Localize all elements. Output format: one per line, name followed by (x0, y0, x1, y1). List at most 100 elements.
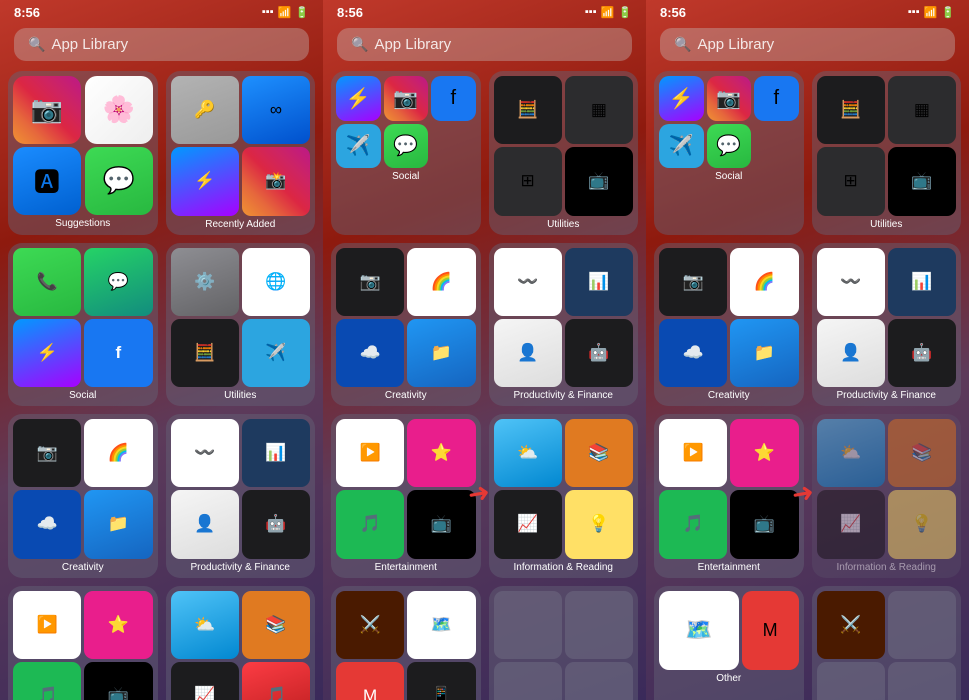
folder-hidden-3[interactable]: ⚔️ Hidden (812, 586, 962, 700)
keychain-icon: 🔑 (171, 76, 239, 144)
utilities-label-3: Utilities (870, 219, 902, 230)
folder-suggestions[interactable]: 📷 🌸 🅰 💬 Suggestions (8, 71, 158, 235)
other-top-row-3: 🗺️ M (659, 591, 799, 671)
productivity-icons-2: 〰️ 📊 👤 🤖 (494, 248, 634, 388)
folders-grid-3: ⚡ 📷 f ✈️ 💬 Social 🧮 ▦ ⊞ 📺 (646, 71, 969, 700)
appletv3-icon-p3: 📺 (730, 490, 798, 558)
search-bar-3[interactable]: 🔍 App Library (660, 28, 955, 61)
camera-icon-p2: 📷 (336, 248, 404, 316)
folder-recently-added[interactable]: 🔑 ∞ ⚡ 📸 Recently Added (166, 71, 316, 235)
suggestions-icons-2: 🅰 💬 (13, 147, 153, 215)
weather-icon-1: ⛅ (171, 591, 239, 659)
appletv2-icon-p2: 📺 (407, 490, 475, 558)
time-3: 8:56 (660, 5, 686, 20)
folder-social-1[interactable]: 📞 💬 ⚡ f Social (8, 243, 158, 407)
entertainment-icons-2: ▶️ ⭐ 🎵 📺 (336, 419, 476, 559)
social-top-row-3: ⚡ 📷 f (659, 76, 799, 121)
finance-icon-p2: 📊 (565, 248, 633, 316)
messenger-icon-p3: ⚡ (659, 76, 704, 121)
folders-grid-2: ⚡ 📷 f ✈️ 💬 Social 🧮 ▦ ⊞ 📺 (323, 71, 646, 700)
phone-icon: 📞 (13, 248, 81, 316)
hidden3-icon (494, 662, 562, 700)
creativity-label-1: Creativity (62, 562, 104, 573)
creativity-label-2: Creativity (385, 390, 427, 401)
stocks-icon-1: 📈 (171, 662, 239, 700)
spotify-icon-1: 🎵 (13, 662, 81, 700)
folder-information-2[interactable]: ⛅ 📚 📈 💡 Information & Reading (489, 414, 639, 578)
app-grid-1: 📷 🌸 🅰 💬 Suggestions 🔑 ∞ ⚡ 📸 Recently Add… (0, 71, 323, 700)
creativity-label-3: Creativity (708, 390, 750, 401)
googlephotos-icon-p2: 🌈 (407, 248, 475, 316)
utility3-icon-3: ⊞ (817, 147, 885, 215)
calculator-icon-p2: 🧮 (494, 76, 562, 144)
folder-hidden-2[interactable]: Hidden (489, 586, 639, 700)
social-label-3: Social (715, 171, 742, 182)
status-icons-1: ▪▪▪ 📶 🔋 (262, 6, 309, 19)
status-bar-1: 8:56 ▪▪▪ 📶 🔋 (0, 0, 323, 22)
folder-entertainment-3[interactable]: ▶️ ⭐ 🎵 📺 Entertainment (654, 414, 804, 578)
folder-productivity-2[interactable]: 〰️ 📊 👤 🤖 Productivity & Finance (489, 243, 639, 407)
folder-productivity-3[interactable]: 〰️ 📊 👤 🤖 Productivity & Finance (812, 243, 962, 407)
folder-reading-1[interactable]: ⛅ 📚 📈 🎵 (166, 586, 316, 700)
productivity-label-1: Productivity & Finance (191, 562, 291, 573)
facebook-icon-p3: f (754, 76, 799, 121)
youtube-icon-p3: ▶️ (659, 419, 727, 487)
clash-icon-p3-hidden: ⚔️ (817, 591, 885, 659)
instagram-icon: 📷 (13, 76, 81, 144)
status-icons-2: ▪▪▪ 📶 🔋 (585, 6, 632, 19)
folder-creativity-2[interactable]: 📷 🌈 ☁️ 📁 Creativity (331, 243, 481, 407)
hidden1-icon (494, 591, 562, 659)
folder-utilities-1[interactable]: ⚙️ 🌐 🧮 ✈️ Utilities (166, 243, 316, 407)
folder-social-2[interactable]: ⚡ 📷 f ✈️ 💬 Social (331, 71, 481, 235)
utilities-icons-1: ⚙️ 🌐 🧮 ✈️ (171, 248, 311, 388)
weather-icon-p2: ⛅ (494, 419, 562, 487)
folder-other-2[interactable]: ⚔️ 🗺️ M 📱 Other (331, 586, 481, 700)
folder-entertainment-2[interactable]: ▶️ ⭐ 🎵 📺 Entertainment (331, 414, 481, 578)
freeform2-icon: 〰️ (171, 419, 239, 487)
folder-productivity-1[interactable]: 〰️ 📊 👤 🤖 Productivity & Finance (166, 414, 316, 578)
social-empty-3 (754, 124, 799, 169)
hidden2-icon (565, 591, 633, 659)
files-icon: 📁 (84, 490, 152, 558)
messenger-icon-p2: ⚡ (336, 76, 381, 121)
folder-entertainment-1[interactable]: ▶️ ⭐ 🎵 📺 Entertainment (8, 586, 158, 700)
search-bar-2[interactable]: 🔍 App Library (337, 28, 632, 61)
calculator-icon-p3: 🧮 (817, 76, 885, 144)
battery-icon-3: 🔋 (941, 6, 955, 19)
phone-panel-2: 8:56 ▪▪▪ 📶 🔋 🔍 App Library ⚡ 📷 f ✈️ (323, 0, 646, 700)
folder-utilities-3[interactable]: 🧮 ▦ ⊞ 📺 Utilities (812, 71, 962, 235)
productivity-label-2: Productivity & Finance (514, 390, 614, 401)
youtube-icon-p2: ▶️ (336, 419, 404, 487)
settings-icon: ⚙️ (171, 248, 239, 316)
excel-icon: 📊 (242, 419, 310, 487)
utility2-icon: ▦ (565, 76, 633, 144)
chatgpt-icon-p2: 🤖 (565, 319, 633, 387)
social-label-1: Social (69, 390, 96, 401)
folder-other-3[interactable]: 🗺️ M Other (654, 586, 804, 700)
folder-social-3[interactable]: ⚡ 📷 f ✈️ 💬 Social (654, 71, 804, 235)
creativity-icons-2: 📷 🌈 ☁️ 📁 (336, 248, 476, 388)
folder-creativity-3[interactable]: 📷 🌈 ☁️ 📁 Creativity (654, 243, 804, 407)
wifi-icon-3: 📶 (924, 6, 938, 19)
telegram-icon-p2: ✈️ (336, 124, 381, 169)
social-top-row: ⚡ 📷 f (336, 76, 476, 121)
search-text-2: App Library (374, 36, 451, 53)
appstore-icon: 🅰 (13, 147, 81, 215)
phone-panel-1: 8:56 ▪▪▪ 📶 🔋 🔍 App Library 📷 🌸 🅰 (0, 0, 323, 700)
search-text-3: App Library (697, 36, 774, 53)
productivity-icons-1: 〰️ 📊 👤 🤖 (171, 419, 311, 559)
telegram-icon-p3: ✈️ (659, 124, 704, 169)
recently-added-label: Recently Added (205, 219, 275, 230)
hidden4-icon-3 (888, 662, 956, 700)
folder-creativity-1[interactable]: 📷 🌈 ☁️ 📁 Creativity (8, 414, 158, 578)
search-bar-1[interactable]: 🔍 App Library (14, 28, 309, 61)
hidden2-icon-3 (888, 591, 956, 659)
entertainment-label-2: Entertainment (375, 562, 437, 573)
utilities-label-1: Utilities (224, 390, 256, 401)
folder-information-3[interactable]: ⛅ 📚 📈 💡 Information & Reading (812, 414, 962, 578)
phone-panel-3: 8:56 ▪▪▪ 📶 🔋 🔍 App Library ⚡ 📷 f ✈️ (646, 0, 969, 700)
panel2-content: 8:56 ▪▪▪ 📶 🔋 🔍 App Library ⚡ 📷 f ✈️ (323, 0, 646, 700)
social-label-2: Social (392, 171, 419, 182)
freeform2-icon-p2: 〰️ (494, 248, 562, 316)
folder-utilities-2[interactable]: 🧮 ▦ ⊞ 📺 Utilities (489, 71, 639, 235)
